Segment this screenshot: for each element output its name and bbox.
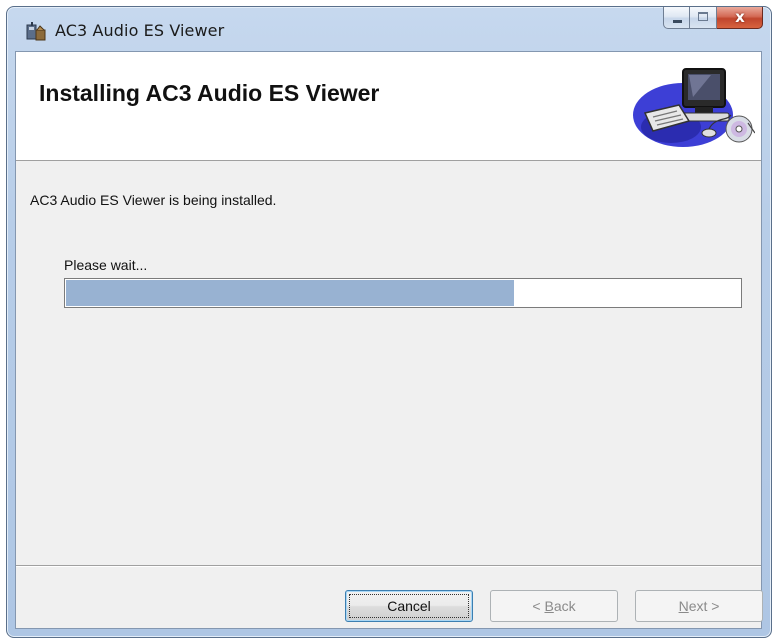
window-title: AC3 Audio ES Viewer: [55, 21, 225, 40]
cancel-button[interactable]: Cancel: [345, 590, 473, 622]
maximize-button[interactable]: [690, 7, 717, 29]
header-banner: Installing AC3 Audio ES Viewer: [16, 52, 761, 161]
install-status-text: AC3 Audio ES Viewer is being installed.: [30, 192, 277, 208]
dialog-client-area: Installing AC3 Audio ES Viewer AC3 Audio: [15, 51, 763, 629]
progress-fill: [66, 280, 514, 306]
caption-buttons: x: [663, 7, 763, 31]
install-progress-bar: [64, 278, 742, 308]
title-bar[interactable]: AC3 Audio ES Viewer x: [7, 7, 771, 51]
please-wait-label: Please wait...: [64, 257, 148, 273]
minimize-icon: [673, 20, 682, 23]
next-label-rest: ext >: [688, 598, 720, 614]
next-button[interactable]: Next >: [635, 590, 763, 622]
next-accelerator: N: [678, 598, 689, 614]
back-prefix: <: [532, 598, 545, 614]
maximize-icon: [698, 12, 708, 21]
page-title: Installing AC3 Audio ES Viewer: [39, 80, 380, 106]
back-accelerator: B: [544, 598, 554, 614]
close-button[interactable]: x: [717, 7, 763, 29]
computer-with-cd-icon: [633, 68, 755, 147]
focus-rectangle: [349, 594, 469, 618]
back-label-rest: ack: [553, 598, 576, 614]
minimize-button[interactable]: [663, 7, 690, 29]
installer-app-icon: [26, 22, 46, 41]
button-area-divider: [16, 565, 761, 567]
back-button[interactable]: < Back: [490, 590, 618, 622]
close-icon: x: [735, 8, 745, 26]
installer-window: AC3 Audio ES Viewer x Installing AC3 Aud…: [6, 6, 772, 638]
